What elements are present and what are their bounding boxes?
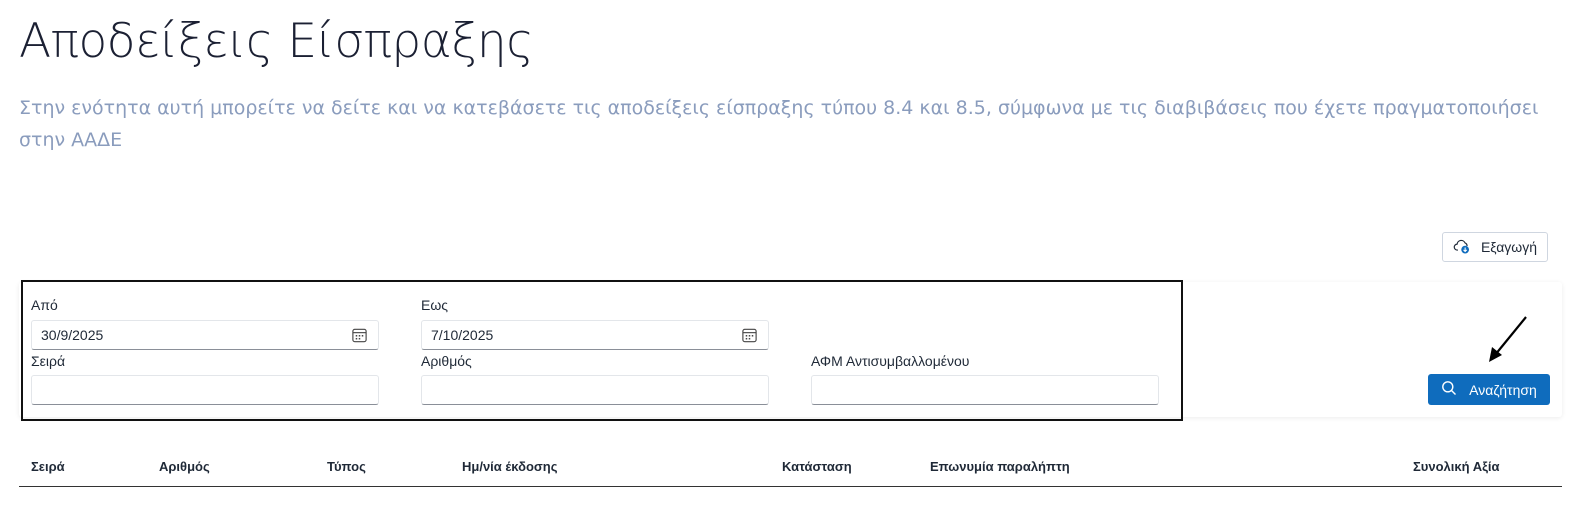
page-title: Αποδείξεις Είσπραξης bbox=[19, 14, 534, 69]
table-header-divider bbox=[19, 486, 1562, 487]
series-label: Σειρά bbox=[31, 353, 66, 369]
search-button[interactable]: Αναζήτηση bbox=[1428, 374, 1550, 405]
column-header-number[interactable]: Αριθμός bbox=[159, 459, 210, 474]
cloud-download-icon bbox=[1453, 237, 1471, 258]
number-label: Αριθμός bbox=[421, 353, 472, 369]
search-label: Αναζήτηση bbox=[1469, 381, 1537, 398]
page-description: Στην ενότητα αυτή μπορείτε να δείτε και … bbox=[19, 97, 1539, 151]
export-button[interactable]: Εξαγωγή bbox=[1442, 232, 1548, 262]
from-date-value: 30/9/2025 bbox=[41, 327, 104, 343]
annotation-arrow-icon bbox=[1489, 316, 1527, 362]
column-header-total-value[interactable]: Συνολική Αξία bbox=[1413, 459, 1499, 474]
to-date-label: Εως bbox=[421, 297, 449, 313]
vat-input[interactable] bbox=[811, 375, 1159, 405]
number-input[interactable] bbox=[421, 375, 769, 405]
from-date-label: Από bbox=[31, 297, 58, 313]
column-header-type[interactable]: Τύπος bbox=[327, 459, 366, 474]
column-header-series[interactable]: Σειρά bbox=[31, 459, 65, 474]
search-icon bbox=[1441, 380, 1457, 399]
column-header-status[interactable]: Κατάσταση bbox=[782, 459, 852, 474]
from-date-input[interactable]: 30/9/2025 bbox=[31, 320, 379, 350]
export-label: Εξαγωγή bbox=[1480, 239, 1538, 255]
column-header-issue-date[interactable]: Ημ/νία έκδοσης bbox=[462, 459, 558, 474]
calendar-icon[interactable] bbox=[351, 327, 368, 344]
series-input[interactable] bbox=[31, 375, 379, 405]
column-header-recipient-name[interactable]: Επωνυμία παραλήπτη bbox=[930, 459, 1070, 474]
to-date-value: 7/10/2025 bbox=[431, 327, 494, 343]
vat-label: ΑΦΜ Αντισυμβαλλομένου bbox=[811, 353, 970, 369]
calendar-icon[interactable] bbox=[741, 327, 758, 344]
to-date-input[interactable]: 7/10/2025 bbox=[421, 320, 769, 350]
